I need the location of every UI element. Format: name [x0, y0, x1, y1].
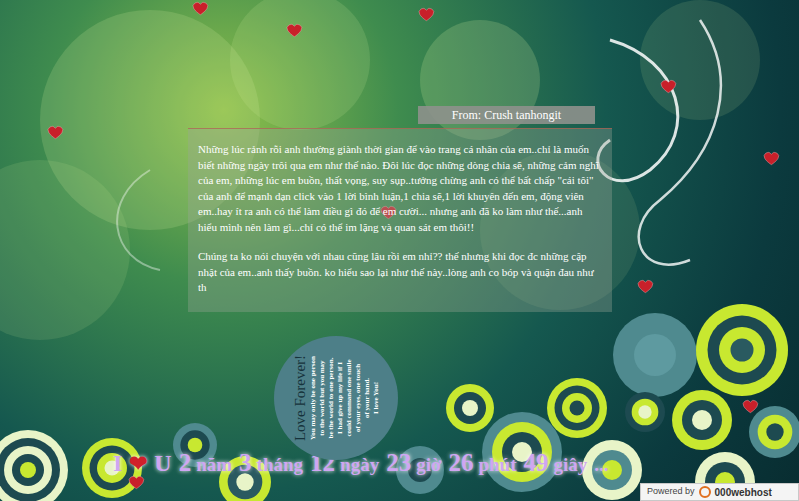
quote-title: Love Forever!	[292, 355, 309, 441]
counter-part: 2năm	[179, 444, 232, 482]
powered-label: Powered by	[647, 485, 695, 499]
heart-icon	[48, 126, 63, 138]
ring-circle	[613, 313, 697, 397]
ring-circle	[0, 430, 68, 501]
ring-circle	[582, 440, 642, 500]
quote-line: to the world but you may	[318, 360, 327, 435]
message-paragraph: Những lúc rảnh rỗi anh thường giành thời…	[198, 142, 602, 235]
counter-part: 49giây	[523, 444, 587, 482]
ring-circle	[482, 412, 562, 492]
message-paragraph: Chúng ta ko nói chuyện với nhau cũng lâu…	[198, 249, 602, 296]
heart-icon	[764, 152, 779, 164]
counter-part: 3tháng	[239, 444, 303, 482]
swirl-ornament	[117, 170, 160, 270]
from-tab: From: Crush tanhongit	[418, 106, 595, 124]
counter-prefix: I	[113, 445, 122, 481]
love-counter: I❤U2năm3tháng12ngày23giờ26phút49giây...	[113, 444, 799, 482]
heart-icon	[743, 400, 758, 412]
counter-letter: U	[154, 445, 171, 481]
heart-icon	[193, 2, 208, 14]
ring-circle	[446, 384, 494, 432]
heart-icon	[638, 280, 653, 292]
quote-line: You may only be one person	[309, 356, 318, 440]
quote-circle: Love Forever!You may only be one persont…	[274, 336, 398, 460]
ring-circle	[625, 392, 665, 432]
heart-icon	[661, 80, 676, 92]
host-logo-icon	[699, 486, 711, 498]
powered-badge[interactable]: Powered by 000webhost	[640, 483, 799, 501]
quote-line: I had give up my life if I	[336, 362, 345, 434]
counter-ellipsis: ...	[594, 451, 608, 480]
quote-line: of your eyes, one touch	[354, 364, 363, 432]
bokeh-circle	[230, 0, 370, 130]
heart-icon	[287, 24, 302, 36]
love-page: From: Crush tanhongit Những lúc rảnh rỗi …	[0, 0, 799, 501]
host-brand: 000webhost	[715, 485, 772, 500]
counter-heart: ❤	[129, 447, 147, 480]
quote-line: I love You!	[372, 382, 381, 414]
message-box: From: Crush tanhongit Những lúc rảnh rỗi …	[188, 106, 612, 312]
heart-icon	[129, 476, 144, 488]
quote-line: be the world to one person.	[327, 358, 336, 439]
bokeh-circle	[640, 0, 760, 120]
heart-icon	[419, 8, 434, 20]
swirl-ornament	[639, 20, 721, 265]
ring-circle	[696, 304, 788, 396]
ring-circle	[672, 390, 732, 450]
quote-line: of your hand.	[363, 378, 372, 418]
counter-part: 26phút	[448, 444, 516, 482]
quote-line: could command one smile	[345, 359, 354, 436]
ring-circle	[547, 378, 607, 438]
message-panel: Những lúc rảnh rỗi anh thường giành thời…	[188, 128, 612, 312]
bokeh-circle	[0, 160, 130, 340]
counter-part: 23giờ	[386, 444, 441, 482]
ring-circle	[749, 406, 799, 458]
